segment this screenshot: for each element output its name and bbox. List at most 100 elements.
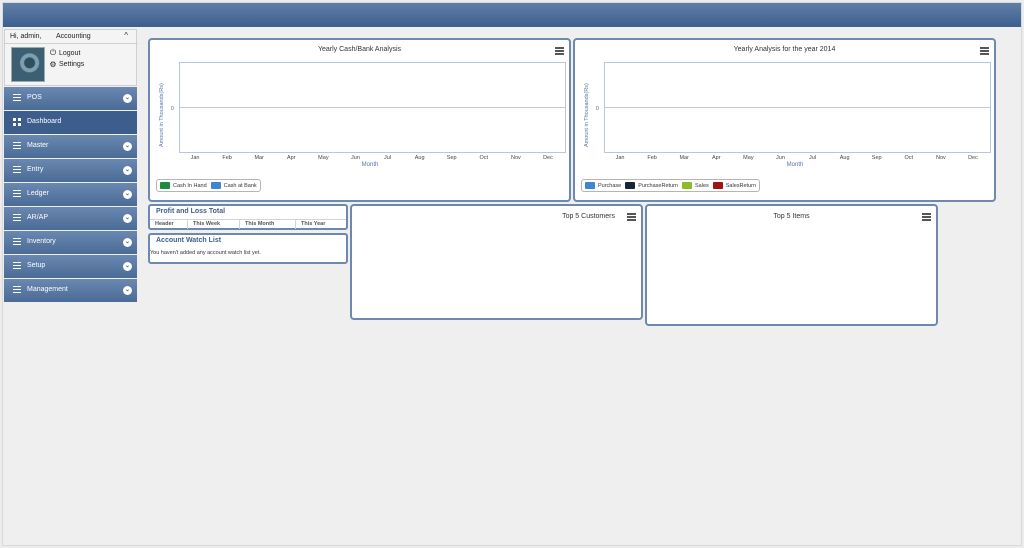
user-panel: Hi, admin, Accounting ^ ⏻ Logout ⚙ Setti…: [4, 29, 138, 86]
power-icon: ⏻: [49, 48, 57, 57]
chevron-down-icon: ⌄: [123, 166, 132, 175]
chart-legend: Purchase PurchaseReturn Sales SalesRetur…: [581, 179, 761, 192]
sidebar-item-label: Entry: [27, 166, 44, 173]
sidebar-item-management[interactable]: Management ⌄: [4, 279, 137, 302]
user-greeting: Hi, admin,: [10, 33, 42, 40]
x-tick-label: May: [743, 155, 754, 161]
top-customers-panel: Top 5 Customers: [350, 204, 643, 320]
app-frame: Hi, admin, Accounting ^ ⏻ Logout ⚙ Setti…: [2, 2, 1022, 546]
y-axis-label: Amount in Thousands(Rs): [159, 83, 165, 147]
y-axis-label: Amount in Thousands(Rs): [584, 83, 590, 147]
top-items-panel: Top 5 Items: [645, 204, 938, 326]
legend-label: PurchaseReturn: [638, 182, 678, 189]
panel-title: Top 5 Items: [773, 213, 810, 220]
chevron-down-icon: ⌄: [123, 214, 132, 223]
panel-menu-icon[interactable]: [922, 213, 931, 221]
x-tick-label: Feb: [647, 155, 657, 161]
chart-menu-icon[interactable]: [555, 47, 564, 55]
x-tick-label: Dec: [968, 155, 978, 161]
x-tick-label: Jul: [809, 155, 817, 161]
chevron-down-icon: ⌄: [123, 190, 132, 199]
x-tick-label: Nov: [510, 155, 521, 161]
x-tick-label: Jul: [384, 155, 392, 161]
sidebar-item-arap[interactable]: AR/AP ⌄: [4, 207, 137, 230]
legend-label: Cash at Bank: [223, 182, 257, 189]
sidebar-item-label: Management: [27, 286, 68, 293]
sidebar-item-inventory[interactable]: Inventory ⌄: [4, 231, 137, 254]
cash-bank-chart-panel: Yearly Cash/Bank Analysis Amount in Thou…: [148, 38, 571, 202]
list-icon: [13, 238, 21, 246]
sidebar-item-label: Dashboard: [27, 118, 62, 125]
x-tick-label: Apr: [712, 155, 721, 161]
avatar: [11, 47, 45, 82]
legend-item[interactable]: SalesReturn: [712, 182, 757, 189]
x-tick-label: Aug: [839, 155, 850, 161]
list-icon: [13, 166, 21, 174]
legend-swatch: [585, 182, 595, 189]
legend-label: SalesReturn: [725, 182, 757, 189]
sidebar-item-dashboard[interactable]: Dashboard: [4, 111, 137, 134]
sidebar-item-label: POS: [27, 94, 42, 101]
account-watch-list-panel: Account Watch List You haven't added any…: [148, 233, 348, 264]
legend-swatch: [210, 182, 221, 189]
list-icon: [13, 262, 21, 270]
sidebar-item-ledger[interactable]: Ledger ⌄: [4, 183, 137, 206]
list-icon: [13, 142, 21, 150]
x-tick-label: Sep: [446, 155, 457, 161]
empty-message: You haven't added any account watch list…: [150, 250, 261, 256]
x-tick-label: Jun: [776, 155, 785, 161]
chevron-down-icon: ⌄: [123, 238, 132, 247]
x-tick-label: Mar: [254, 155, 264, 161]
panel-menu-icon[interactable]: [627, 213, 636, 221]
panel-title: Top 5 Customers: [562, 213, 615, 220]
y-tick-0: 0: [171, 106, 174, 112]
legend-swatch: [160, 182, 170, 189]
legend-label: Sales: [695, 182, 709, 189]
chart-title: Yearly Analysis for the year 2014: [733, 46, 836, 53]
x-tick-label: Mar: [679, 155, 689, 161]
zero-gridline: [180, 107, 565, 108]
x-tick-label: Feb: [222, 155, 232, 161]
legend-item[interactable]: Cash at Bank: [210, 182, 257, 189]
profit-loss-panel: Profit and Loss Total Header This Week T…: [148, 204, 348, 230]
legend-item[interactable]: Sales: [682, 182, 709, 189]
x-tick-label: Nov: [935, 155, 946, 161]
divider: [5, 43, 138, 44]
sidebar-item-label: Ledger: [27, 190, 49, 197]
chart-menu-icon[interactable]: [980, 47, 989, 55]
collapse-caret-icon[interactable]: ^: [124, 31, 128, 40]
x-tick-label: Jan: [190, 155, 200, 161]
chart-title: Yearly Cash/Bank Analysis: [317, 46, 401, 53]
settings-link[interactable]: ⚙ Settings: [49, 60, 84, 69]
column-header: Header: [150, 220, 188, 229]
plot-area: [604, 62, 991, 153]
sidebar: Hi, admin, Accounting ^ ⏻ Logout ⚙ Setti…: [4, 29, 138, 302]
sidebar-item-entry[interactable]: Entry ⌄: [4, 159, 137, 182]
chart-legend: Cash In Hand Cash at Bank: [156, 179, 261, 192]
x-tick-label: Dec: [543, 155, 553, 161]
settings-label: Settings: [59, 61, 85, 68]
list-icon: [13, 286, 21, 294]
x-tick-label: Sep: [871, 155, 882, 161]
chevron-down-icon: ⌄: [123, 142, 132, 151]
logout-label: Logout: [59, 49, 81, 57]
legend-item[interactable]: PurchaseReturn: [625, 182, 678, 189]
chevron-down-icon: ⌄: [123, 262, 132, 271]
sidebar-item-master[interactable]: Master ⌄: [4, 135, 137, 158]
sidebar-item-setup[interactable]: Setup ⌄: [4, 255, 137, 278]
x-tick-label: Jun: [351, 155, 360, 161]
sidebar-item-label: AR/AP: [27, 214, 49, 221]
sidebar-item-pos[interactable]: POS ⌄: [4, 87, 137, 110]
x-tick-label: Oct: [479, 155, 489, 161]
chevron-down-icon: ⌄: [123, 286, 132, 295]
legend-item[interactable]: Cash In Hand: [160, 182, 207, 189]
sidebar-item-label: Inventory: [27, 238, 56, 245]
x-tick-label: Oct: [904, 155, 914, 161]
y-tick-0: 0: [596, 106, 599, 112]
logout-link[interactable]: ⏻ Logout: [49, 48, 81, 58]
x-tick-label: Jan: [615, 155, 625, 161]
list-icon: [13, 214, 21, 222]
legend-swatch: [625, 182, 636, 189]
legend-label: Purchase: [598, 182, 622, 189]
legend-item[interactable]: Purchase: [585, 182, 621, 189]
